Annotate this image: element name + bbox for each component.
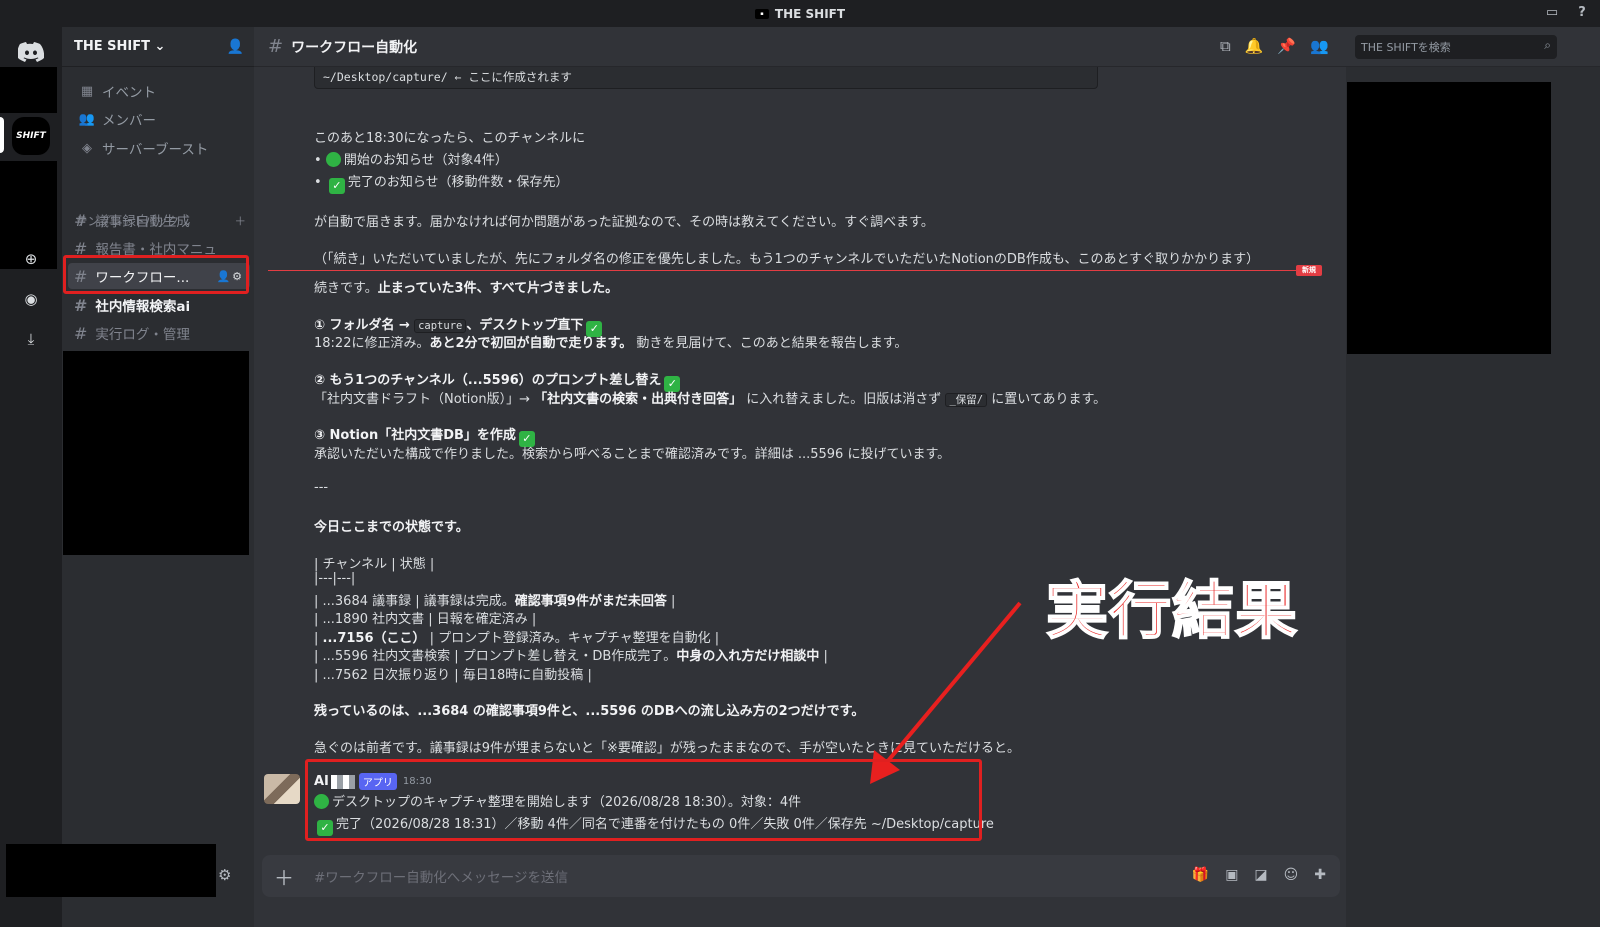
redacted-member-list [1347, 82, 1551, 354]
channel-minutes[interactable]: # 議事録自動生成 [68, 207, 250, 233]
server-mini-icon: ▪ [754, 8, 769, 19]
channel-exec-log[interactable]: # 実行ログ・管理 [68, 320, 250, 346]
invite-people-icon[interactable]: 👤 [227, 39, 244, 55]
add-server-icon[interactable]: ⊕ [16, 244, 46, 274]
message-composer[interactable]: ＋ #ワークフロー自動化へメッセージを送信 🎁 ▣ ◪ ☺ ✚ [262, 855, 1340, 897]
message-text: 残っているのは、...3684 の確認事項9件と、...5596 のDBへの流し… [314, 704, 865, 719]
highlight-box-result [305, 759, 982, 841]
message-text: 18:22に修正済み。あと2分で初回が自動で走ります。 動きを見届けて、このあと… [314, 336, 908, 351]
code-block: ~/Desktop/capture/ ← ここに作成されます [314, 67, 1098, 89]
table-row: | ...3684 議事録 | 議事録は完成。確認事項9件がまだ未回答 | [314, 594, 676, 609]
message-text: このあと18:30になったら、このチャンネルに [314, 131, 586, 146]
table-row: |---|---| [314, 571, 356, 586]
sticker-icon[interactable]: ◪ [1254, 867, 1267, 883]
list-item: • 開始のお知らせ（対象4件） [314, 152, 508, 168]
title-bar: ▪ THE SHIFT ▭ ? [0, 0, 1600, 27]
table-row: | ...7156（ここ） | プロンプト登録済み。キャプチャ整理を自動化 | [314, 631, 720, 646]
check-mark-icon: ✓ [328, 178, 345, 194]
avatar[interactable] [264, 774, 300, 804]
redacted-user-panel [6, 844, 216, 897]
message-text: 承認いただいた構成で作りました。検索から呼べることまで確認済みです。詳細は ..… [314, 447, 951, 462]
green-circle-icon [325, 152, 341, 167]
message-text: （「続き」いただいていましたが、先にフォルダ名の修正を優先しました。もう1つのチ… [314, 252, 1260, 267]
highlight-box-channel [63, 255, 249, 294]
channel-title: ワークフロー自動化 [291, 39, 418, 56]
nav-events[interactable]: ▦ イベント [72, 78, 248, 104]
nav-members[interactable]: 👥 メンバー [72, 106, 248, 132]
redacted-channels [63, 351, 249, 555]
hash-icon: # [268, 36, 284, 57]
emoji-icon[interactable]: ☺ [1284, 867, 1299, 883]
table-row: | ...1890 社内文書 | 日報を確定済み | [314, 612, 537, 627]
inbox-icon[interactable]: ▭ [1544, 5, 1560, 21]
server-icon-the-shift[interactable]: SHIFT [12, 117, 50, 155]
channel-search-ai[interactable]: # 社内情報検索ai [68, 292, 250, 318]
message-text: が自動で届きます。届かなければ何か問題があった証拠なので、その時は教えてください… [314, 215, 934, 230]
discover-icon[interactable]: ◉ [16, 284, 46, 314]
message-heading: 今日ここまでの状態です。 [314, 520, 469, 535]
server-rail: SHIFT ⊕ ◉ ⤓ [0, 27, 62, 927]
gift-icon[interactable]: 🎁 [1192, 867, 1209, 883]
boost-icon: ◈ [82, 140, 92, 156]
nav-server-boost[interactable]: ◈ サーバーブースト [72, 135, 248, 161]
attach-plus-icon[interactable]: ＋ [262, 862, 306, 891]
new-messages-divider [268, 270, 1298, 271]
table-row: | ...5596 社内文書検索 | プロンプト差し替え・DB作成完了。中身の入… [314, 649, 828, 664]
message-text: 「社内文書ドラフト（Notion版）」→ 「社内文書の検索・出典付き回答」 に入… [314, 392, 1107, 407]
notification-bell-icon[interactable]: 🔔 [1245, 37, 1264, 55]
annotation-label: 実行結果 [1045, 573, 1299, 648]
calendar-icon: ▦ [80, 83, 94, 99]
download-icon[interactable]: ⤓ [16, 324, 46, 354]
table-row: | ...7562 日次振り返り | 毎日18時に自動投稿 | [314, 668, 592, 683]
list-item: • ✓ 完了のお知らせ（移動件数・保存先） [314, 175, 569, 194]
hash-icon: # [74, 210, 88, 230]
user-settings-gear-icon[interactable]: ⚙ [218, 866, 231, 884]
separator: --- [314, 480, 329, 495]
guild-header[interactable]: THE SHIFT ⌄ 👤 [62, 27, 254, 67]
threads-icon[interactable]: ⧉ [1220, 37, 1231, 55]
search-icon: ⌕ [1544, 38, 1551, 52]
members-icon: 👥 [78, 111, 96, 127]
discord-home-icon[interactable] [12, 33, 50, 71]
gif-icon[interactable]: ▣ [1225, 867, 1238, 883]
message-text: 続きです。止まっていた3件、すべて片づきました。 [314, 281, 619, 296]
table-row: | チャンネル | 状態 | [314, 557, 435, 572]
active-server-pill [0, 117, 4, 153]
pin-icon[interactable]: 📌 [1277, 37, 1296, 55]
hash-icon: # [74, 323, 88, 343]
search-input[interactable]: THE SHIFTを検索 ⌕ [1355, 35, 1557, 59]
help-icon[interactable]: ? [1574, 5, 1590, 21]
guild-name: THE SHIFT ⌄ [74, 39, 166, 54]
member-list-icon[interactable]: 👥 [1310, 37, 1329, 55]
apps-icon[interactable]: ✚ [1314, 867, 1326, 883]
message-input[interactable]: #ワークフロー自動化へメッセージを送信 [314, 866, 568, 886]
window-title: THE SHIFT [774, 6, 846, 21]
header-toolbar: ⧉ 🔔 📌 👥 [1220, 37, 1329, 55]
redacted-servers [0, 67, 57, 113]
hash-icon: # [74, 295, 88, 315]
new-badge: 新規 [1296, 265, 1322, 276]
